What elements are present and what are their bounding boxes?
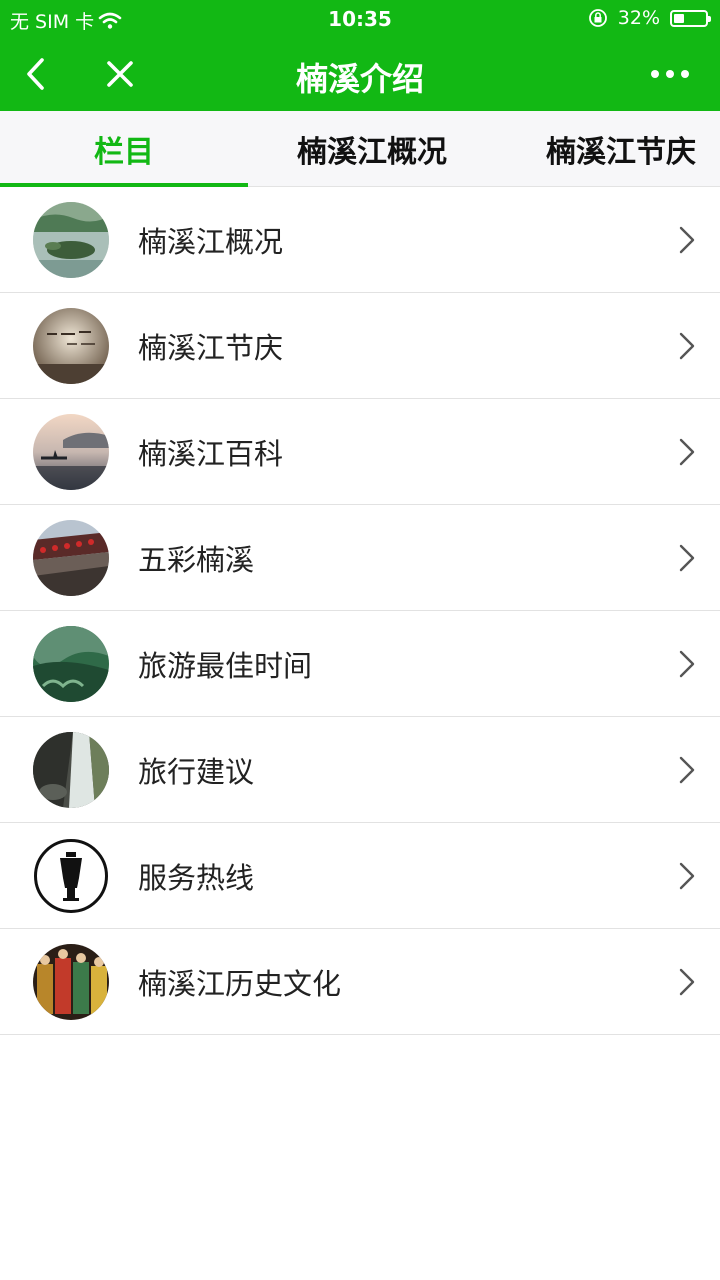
lantern-corridor-photo	[33, 520, 109, 596]
menu-list: 楠溪江概况 楠溪江节庆 楠溪江百科 五彩楠溪 旅游最佳时间 旅行建议 服务热线 …	[0, 187, 720, 1035]
list-item[interactable]: 旅行建议	[0, 717, 720, 823]
tab-bar: 栏目 楠溪江概况 楠溪江节庆	[0, 111, 720, 187]
list-item-label: 服务热线	[138, 861, 255, 895]
nav-bar: 楠溪介绍	[0, 36, 720, 111]
green-valley-photo	[33, 626, 109, 702]
list-item[interactable]: 楠溪江节庆	[0, 293, 720, 399]
list-item[interactable]: 楠溪江概况	[0, 187, 720, 293]
battery-icon	[670, 9, 711, 27]
list-item-label: 五彩楠溪	[138, 543, 255, 577]
battery-percent: 32%	[617, 7, 660, 29]
list-item[interactable]: 五彩楠溪	[0, 505, 720, 611]
status-bar: 无 SIM 卡 10:35 32%	[0, 0, 720, 36]
chevron-right-icon	[679, 862, 695, 890]
tab-festivals[interactable]: 楠溪江节庆	[496, 111, 720, 187]
chevron-right-icon	[679, 438, 695, 466]
battery-fill	[674, 13, 684, 23]
more-dots-icon	[651, 69, 689, 78]
chevron-right-icon	[679, 756, 695, 784]
tab-overview[interactable]: 楠溪江概况	[248, 111, 496, 187]
list-item[interactable]: 楠溪江百科	[0, 399, 720, 505]
calligraphy-photo	[33, 308, 109, 384]
chevron-right-icon	[679, 968, 695, 996]
list-item[interactable]: 楠溪江历史文化	[0, 929, 720, 1035]
fisherman-mist-photo	[33, 414, 109, 490]
list-item[interactable]: 服务热线	[0, 823, 720, 929]
page: 无 SIM 卡 10:35 32% 楠溪介绍 栏目 楠溪江概况 楠溪江节庆 楠溪…	[0, 0, 720, 1280]
figure-logo-icon	[33, 838, 109, 914]
list-item[interactable]: 旅游最佳时间	[0, 611, 720, 717]
list-item-label: 旅游最佳时间	[138, 649, 313, 683]
list-item-label: 楠溪江百科	[138, 437, 284, 471]
top-bar: 无 SIM 卡 10:35 32% 楠溪介绍	[0, 0, 720, 111]
chevron-right-icon	[679, 332, 695, 360]
river-island-photo	[33, 202, 109, 278]
list-item-label: 楠溪江概况	[138, 225, 284, 259]
waterfall-photo	[33, 732, 109, 808]
list-item-label: 楠溪江历史文化	[138, 967, 342, 1001]
chevron-right-icon	[679, 226, 695, 254]
list-item-label: 楠溪江节庆	[138, 331, 284, 365]
more-button[interactable]	[640, 36, 700, 111]
chevron-right-icon	[679, 544, 695, 572]
tab-columns[interactable]: 栏目	[0, 111, 248, 187]
chevron-right-icon	[679, 650, 695, 678]
opera-costume-photo	[33, 944, 109, 1020]
status-right: 32%	[588, 7, 711, 29]
page-title: 楠溪介绍	[295, 60, 424, 98]
rotation-lock-icon	[588, 9, 607, 27]
list-item-label: 旅行建议	[138, 755, 255, 789]
